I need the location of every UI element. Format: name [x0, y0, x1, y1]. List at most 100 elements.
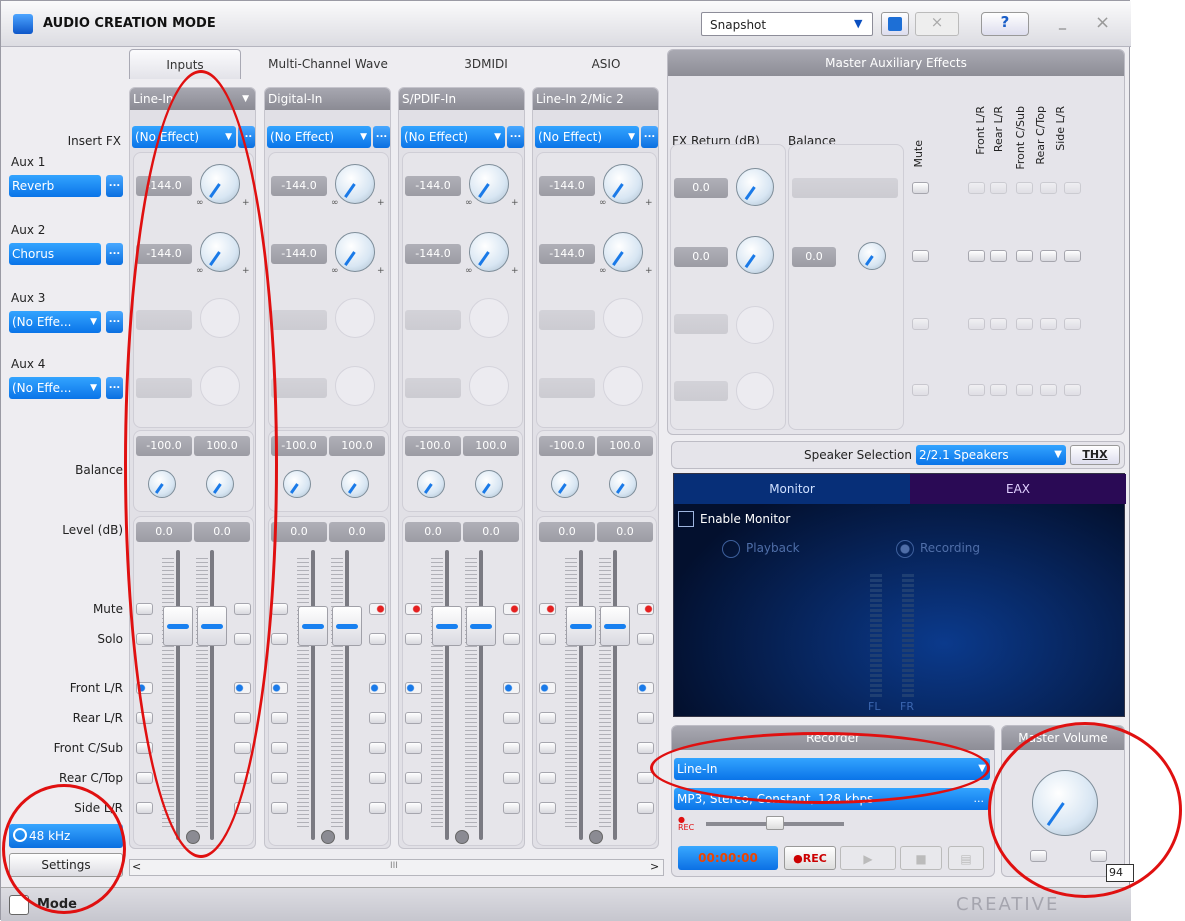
playback-radio[interactable] — [722, 540, 740, 558]
strip-2-fx-options-button[interactable]: ... — [373, 126, 390, 148]
fx-return-1-value[interactable]: 0.0 — [674, 178, 728, 198]
help-button[interactable]: ? — [981, 12, 1029, 36]
strip-2-level-l-value[interactable]: 0.0 — [271, 522, 327, 542]
strip-2-aux1-value[interactable]: -144.0 — [271, 176, 327, 196]
strip-4-fx-options-button[interactable]: ... — [641, 126, 658, 148]
strip-1-route-4-l-button[interactable] — [136, 772, 153, 784]
thx-button[interactable]: THX — [1070, 445, 1120, 465]
strip-4-aux1-value[interactable]: -144.0 — [539, 176, 595, 196]
play-button[interactable]: ▶ — [840, 846, 896, 870]
strip-4-route-1-r-button[interactable] — [637, 682, 654, 694]
strip-2-solo-r-button[interactable] — [369, 633, 386, 645]
recordings-list-button[interactable]: ▤ — [948, 846, 984, 870]
strip-1-route-5-l-button[interactable] — [136, 802, 153, 814]
strip-3-aux1-value[interactable]: -144.0 — [405, 176, 461, 196]
enable-monitor-checkbox[interactable] — [678, 511, 694, 527]
strip-2-route-3-l-button[interactable] — [271, 742, 288, 754]
strip-4-mute-r-button[interactable] — [637, 603, 654, 615]
strip-3-fx-dropdown[interactable]: (No Effect) ▼ — [401, 126, 505, 148]
strip-3-solo-r-button[interactable] — [503, 633, 520, 645]
strip-4-aux1-knob[interactable] — [603, 164, 643, 204]
save-snapshot-button[interactable] — [881, 12, 909, 36]
master-route-4-2-button[interactable] — [990, 384, 1007, 396]
strip-2-route-4-l-button[interactable] — [271, 772, 288, 784]
strip-3-fader-r[interactable] — [466, 606, 496, 646]
strip-4-route-2-l-button[interactable] — [539, 712, 556, 724]
strip-4-level-l-value[interactable]: 0.0 — [539, 522, 595, 542]
strip-4-link-lock-icon[interactable] — [589, 830, 603, 844]
aux-3-dropdown[interactable]: (No Effe... ▼ — [9, 311, 101, 333]
master-route-2-5-button[interactable] — [1064, 250, 1081, 262]
master-balance-2-knob[interactable] — [858, 242, 886, 270]
recording-radio[interactable] — [896, 540, 914, 558]
master-route-3-3-button[interactable] — [1016, 318, 1033, 330]
fx-return-2-value[interactable]: 0.0 — [674, 247, 728, 267]
strip-3-aux1-knob[interactable] — [469, 164, 509, 204]
strip-4-balance-r-value[interactable]: 100.0 — [597, 436, 653, 456]
strip-4-balance-l-value[interactable]: -100.0 — [539, 436, 595, 456]
strip-4-header[interactable]: Line-In 2/Mic 2 — [533, 88, 658, 110]
strip-3-solo-l-button[interactable] — [405, 633, 422, 645]
strip-4-fader-l[interactable] — [566, 606, 596, 646]
strip-4-aux2-knob[interactable] — [603, 232, 643, 272]
master-route-3-2-button[interactable] — [990, 318, 1007, 330]
aux-1-dropdown[interactable]: Reverb — [9, 175, 101, 197]
snapshot-dropdown[interactable]: Snapshot ▼ — [701, 12, 873, 36]
strip-3-fx-options-button[interactable]: ... — [507, 126, 524, 148]
strip-3-route-5-l-button[interactable] — [405, 802, 422, 814]
record-button[interactable]: ●REC — [784, 846, 836, 870]
master-route-4-5-button[interactable] — [1064, 384, 1081, 396]
strip-4-aux2-value[interactable]: -144.0 — [539, 244, 595, 264]
delete-snapshot-button[interactable]: × — [915, 12, 959, 36]
tab-inputs[interactable]: Inputs — [129, 49, 241, 79]
strip-2-fader-r[interactable] — [332, 606, 362, 646]
strip-4-route-5-r-button[interactable] — [637, 802, 654, 814]
strip-2-route-3-r-button[interactable] — [369, 742, 386, 754]
tab-monitor[interactable]: Monitor — [674, 474, 910, 504]
strip-2-header[interactable]: Digital-In — [265, 88, 390, 110]
strip-2-level-r-value[interactable]: 0.0 — [329, 522, 385, 542]
close-button[interactable]: × — [1095, 12, 1110, 33]
strip-3-route-2-r-button[interactable] — [503, 712, 520, 724]
aux-4-options-button[interactable]: ... — [106, 377, 123, 399]
scroll-left-icon[interactable]: < — [132, 860, 141, 873]
strip-2-route-2-r-button[interactable] — [369, 712, 386, 724]
strip-3-route-5-r-button[interactable] — [503, 802, 520, 814]
strip-4-route-3-l-button[interactable] — [539, 742, 556, 754]
strip-3-route-3-l-button[interactable] — [405, 742, 422, 754]
tab-eax[interactable]: EAX — [910, 474, 1126, 504]
strip-4-route-1-l-button[interactable] — [539, 682, 556, 694]
strip-4-mute-l-button[interactable] — [539, 603, 556, 615]
strip-2-fx-dropdown[interactable]: (No Effect) ▼ — [267, 126, 371, 148]
strip-3-route-1-r-button[interactable] — [503, 682, 520, 694]
aux-4-dropdown[interactable]: (No Effe... ▼ — [9, 377, 101, 399]
strip-2-aux2-value[interactable]: -144.0 — [271, 244, 327, 264]
stop-button[interactable]: ■ — [900, 846, 942, 870]
master-route-4-3-button[interactable] — [1016, 384, 1033, 396]
aux-3-options-button[interactable]: ... — [106, 311, 123, 333]
aux-2-dropdown[interactable]: Chorus — [9, 243, 101, 265]
strip-3-mute-l-button[interactable] — [405, 603, 422, 615]
strip-2-aux2-knob[interactable] — [335, 232, 375, 272]
strip-4-solo-l-button[interactable] — [539, 633, 556, 645]
strip-3-balance-l-knob[interactable] — [417, 470, 445, 498]
strip-2-route-1-r-button[interactable] — [369, 682, 386, 694]
tab-asio[interactable]: ASIO — [546, 49, 666, 79]
fx-return-2-knob[interactable] — [736, 236, 774, 274]
strip-4-route-5-l-button[interactable] — [539, 802, 556, 814]
strip-2-route-5-r-button[interactable] — [369, 802, 386, 814]
master-route-4-4-button[interactable] — [1040, 384, 1057, 396]
horizontal-scrollbar[interactable]: < III > — [129, 859, 664, 876]
strip-2-solo-l-button[interactable] — [271, 633, 288, 645]
strip-4-level-r-value[interactable]: 0.0 — [597, 522, 653, 542]
rec-level-slider[interactable] — [766, 816, 784, 830]
tab-3dmidi[interactable]: 3DMIDI — [431, 49, 541, 79]
strip-3-route-2-l-button[interactable] — [405, 712, 422, 724]
strip-2-route-2-l-button[interactable] — [271, 712, 288, 724]
strip-3-aux2-value[interactable]: -144.0 — [405, 244, 461, 264]
master-balance-2-value[interactable]: 0.0 — [792, 247, 836, 267]
aux-1-options-button[interactable]: ... — [106, 175, 123, 197]
strip-3-balance-r-value[interactable]: 100.0 — [463, 436, 519, 456]
strip-3-header[interactable]: S/PDIF-In — [399, 88, 524, 110]
strip-4-route-2-r-button[interactable] — [637, 712, 654, 724]
